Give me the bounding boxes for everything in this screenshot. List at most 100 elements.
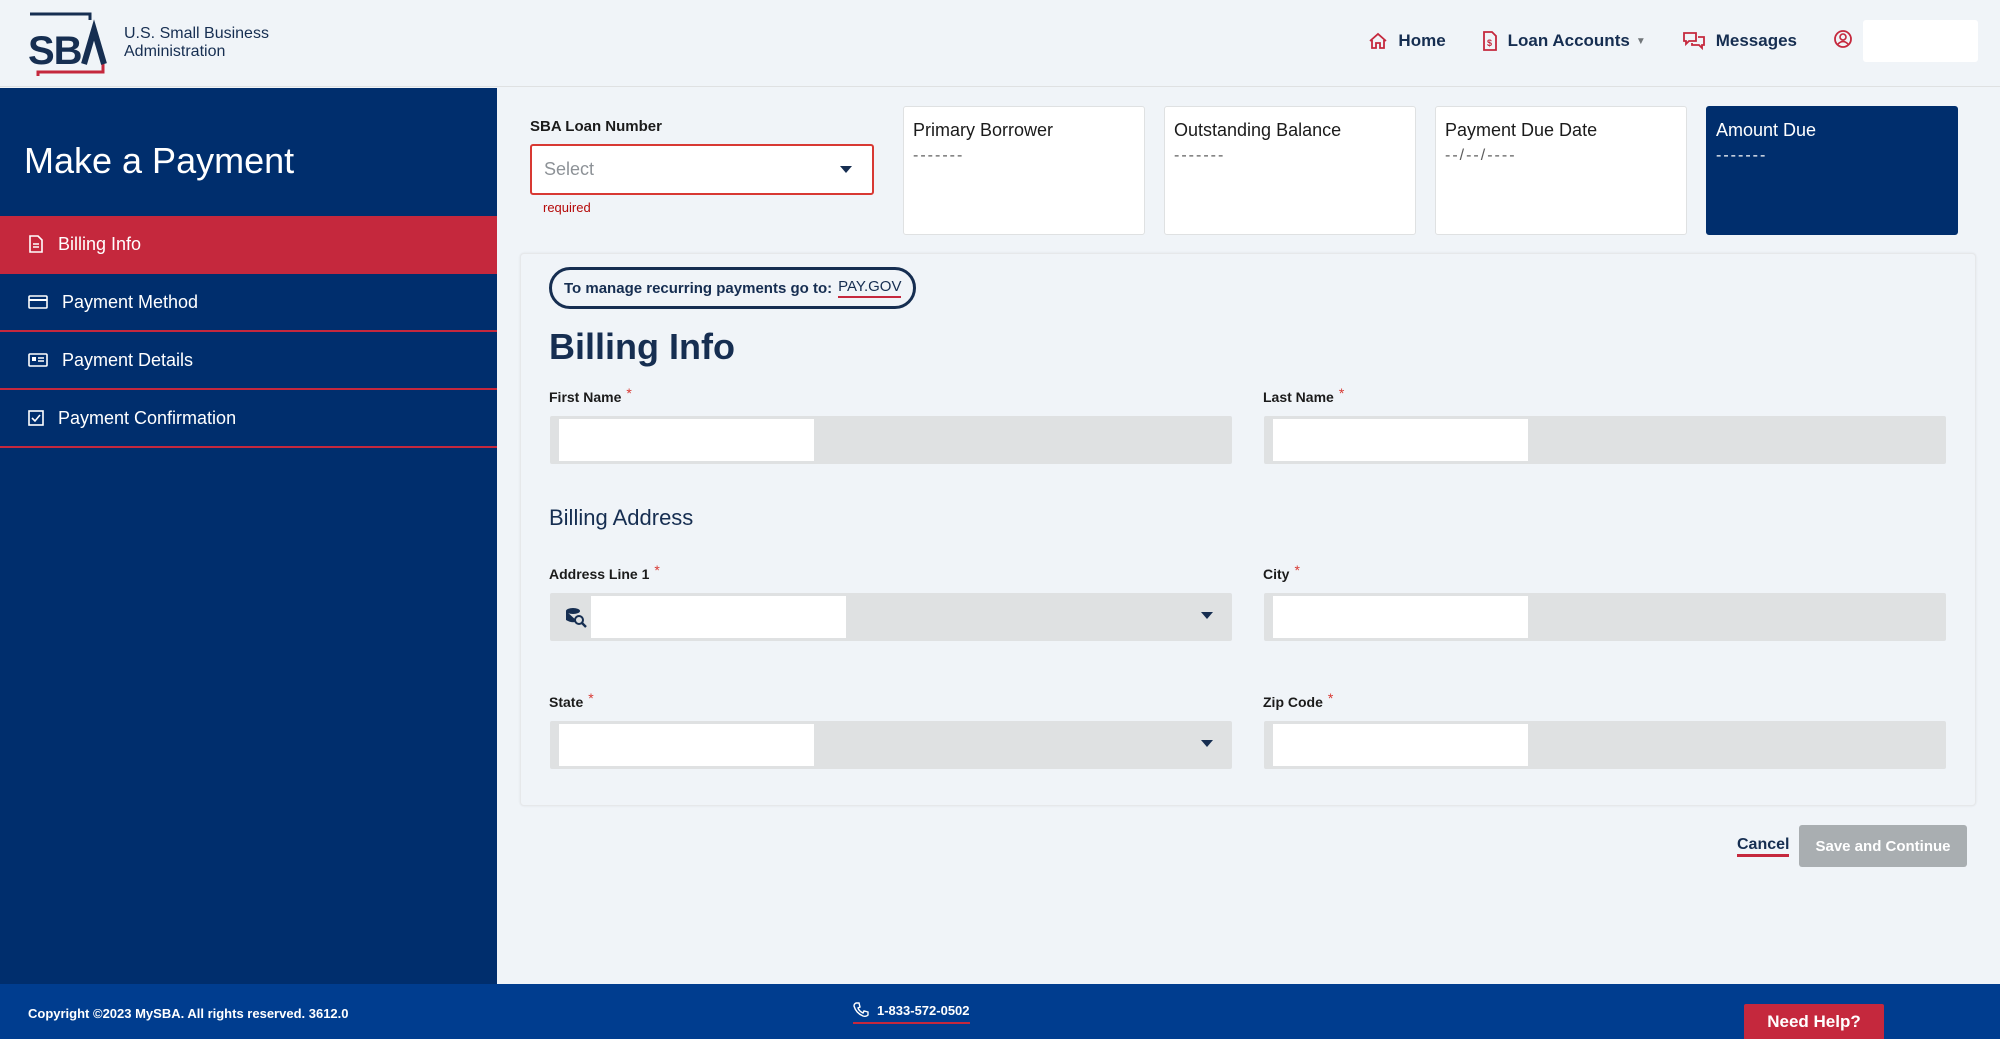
chevron-down-icon: ▼ xyxy=(1635,35,1646,47)
address-line1-label-text: Address Line 1 xyxy=(549,566,650,582)
last-name-label-text: Last Name xyxy=(1263,389,1334,405)
nav-home[interactable]: Home xyxy=(1368,31,1446,51)
pay-gov-link[interactable]: PAY.GOV xyxy=(838,278,902,298)
first-name-label-text: First Name xyxy=(549,389,622,405)
state-label: State * xyxy=(549,690,594,710)
last-name-field xyxy=(1264,416,1946,464)
sidebar-item-label: Payment Details xyxy=(62,349,194,370)
first-name-input[interactable] xyxy=(559,419,814,461)
loan-number-placeholder: Select xyxy=(544,159,595,179)
sidebar-item-payment-confirmation[interactable]: Payment Confirmation xyxy=(0,390,497,448)
check-box-icon xyxy=(28,410,44,426)
outstanding-balance-title: Outstanding Balance xyxy=(1174,120,1342,140)
save-and-continue-button[interactable]: Save and Continue xyxy=(1799,825,1967,867)
top-nav: Home $ Loan Accounts ▼ Messages xyxy=(1368,20,1978,62)
nav-loan-accounts[interactable]: $ Loan Accounts ▼ xyxy=(1482,31,1646,51)
billing-address-heading: Billing Address xyxy=(549,505,694,530)
footer: Copyright ©2023 MySBA. All rights reserv… xyxy=(0,984,2000,1039)
chevron-down-icon[interactable] xyxy=(1201,612,1213,620)
sidebar: Make a Payment Billing Info Payment Meth… xyxy=(0,88,497,985)
city-field xyxy=(1264,593,1946,641)
sba-logo-mark: SB xyxy=(28,12,108,76)
need-help-button[interactable]: Need Help? xyxy=(1744,1004,1884,1039)
city-input[interactable] xyxy=(1273,596,1528,638)
zip-code-input[interactable] xyxy=(1273,724,1528,766)
loan-number-label: SBA Loan Number xyxy=(530,118,662,135)
user-account-icon[interactable] xyxy=(1833,29,1853,54)
phone-link[interactable]: 1-833-572-0502 xyxy=(853,1002,970,1024)
city-label: City * xyxy=(1263,562,1300,582)
recurring-payments-notice: To manage recurring payments go to: PAY.… xyxy=(549,267,917,309)
logo-line-2: Administration xyxy=(124,43,226,60)
loan-number-required: required xyxy=(543,200,591,215)
credit-card-icon xyxy=(28,295,48,309)
chevron-down-icon xyxy=(840,165,852,173)
chevron-down-icon[interactable] xyxy=(1201,740,1213,748)
nav-messages-label: Messages xyxy=(1715,31,1797,50)
loan-number-select[interactable]: Select xyxy=(530,144,874,195)
cancel-button[interactable]: Cancel xyxy=(1737,836,1790,857)
user-name-box[interactable] xyxy=(1863,20,1978,62)
state-field xyxy=(550,721,1232,769)
document-icon xyxy=(29,235,43,253)
nav-messages[interactable]: Messages xyxy=(1682,31,1797,51)
payment-due-date-card: Payment Due Date --/--/---- xyxy=(1435,106,1687,235)
address-search-icon xyxy=(565,606,587,633)
phone-number: 1-833-572-0502 xyxy=(877,1002,970,1018)
primary-borrower-value: ------- xyxy=(913,147,965,164)
phone-icon xyxy=(853,1002,869,1018)
required-mark: * xyxy=(626,385,632,401)
required-mark: * xyxy=(1327,690,1334,706)
id-card-icon xyxy=(28,353,48,367)
nav-home-label: Home xyxy=(1398,31,1446,50)
sba-logo-text: U.S. Small Business Administration xyxy=(124,25,269,61)
outstanding-balance-card: Outstanding Balance ------- xyxy=(1164,106,1416,235)
required-mark: * xyxy=(1338,385,1345,401)
zip-code-label-text: Zip Code xyxy=(1263,694,1323,710)
svg-text:SB: SB xyxy=(28,29,82,73)
sidebar-steps: Billing Info Payment Method Payment Deta… xyxy=(0,216,497,448)
home-icon xyxy=(1369,32,1388,49)
sidebar-item-billing-info[interactable]: Billing Info xyxy=(0,216,497,274)
sidebar-item-payment-details[interactable]: Payment Details xyxy=(0,332,497,390)
amount-due-card: Amount Due ------- xyxy=(1706,106,1958,235)
required-mark: * xyxy=(1294,562,1300,578)
svg-text:$: $ xyxy=(1487,38,1492,48)
city-label-text: City xyxy=(1263,566,1290,582)
logo-line-1: U.S. Small Business xyxy=(124,25,269,42)
address-line1-label: Address Line 1 * xyxy=(549,562,660,582)
first-name-label: First Name * xyxy=(549,385,632,405)
page-title: Billing Info xyxy=(549,326,735,367)
sidebar-title: Make a Payment xyxy=(24,140,295,181)
last-name-label: Last Name * xyxy=(1263,385,1344,405)
copyright-text: Copyright ©2023 MySBA. All rights reserv… xyxy=(28,1006,349,1021)
outstanding-balance-value: ------- xyxy=(1174,147,1226,164)
primary-borrower-title: Primary Borrower xyxy=(913,120,1054,140)
billing-info-panel: To manage recurring payments go to: PAY.… xyxy=(520,253,1976,806)
sidebar-item-label: Payment Method xyxy=(62,291,199,312)
sidebar-item-label: Billing Info xyxy=(58,233,142,254)
payment-due-date-title: Payment Due Date xyxy=(1445,120,1598,140)
payment-due-date-value: --/--/---- xyxy=(1445,147,1517,164)
address-line1-input[interactable] xyxy=(591,596,846,638)
header: SB U.S. Small Business Administration Ho… xyxy=(0,0,2000,87)
address-line1-field xyxy=(550,593,1232,641)
zip-code-field xyxy=(1264,721,1946,769)
nav-loan-accounts-label: Loan Accounts xyxy=(1507,31,1630,50)
zip-code-label: Zip Code * xyxy=(1263,690,1333,710)
last-name-input[interactable] xyxy=(1273,419,1528,461)
sidebar-item-payment-method[interactable]: Payment Method xyxy=(0,274,497,332)
amount-due-value: ------- xyxy=(1716,147,1768,164)
required-mark: * xyxy=(654,562,660,578)
required-mark: * xyxy=(588,690,594,706)
amount-due-title: Amount Due xyxy=(1716,120,1817,140)
sidebar-item-label: Payment Confirmation xyxy=(58,407,237,428)
state-input[interactable] xyxy=(559,724,814,766)
loan-document-icon: $ xyxy=(1482,31,1497,51)
recurring-payments-text: To manage recurring payments go to: xyxy=(564,279,833,297)
chat-icon xyxy=(1682,32,1705,51)
first-name-field xyxy=(550,416,1232,464)
state-label-text: State xyxy=(549,694,584,710)
primary-borrower-card: Primary Borrower ------- xyxy=(903,106,1145,235)
sba-logo[interactable]: SB U.S. Small Business Administration xyxy=(28,12,269,76)
